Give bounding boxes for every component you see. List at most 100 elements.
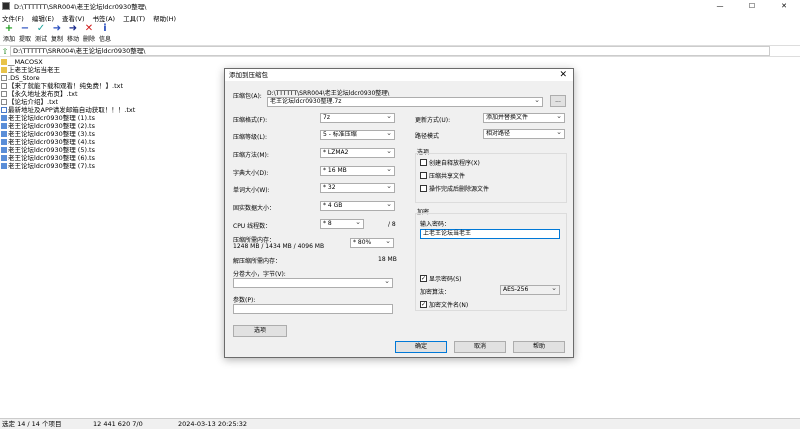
delete-after-checkbox[interactable]: 操作完成后删除源文件 — [420, 184, 489, 193]
dialog-title-text: 添加到压缩包 — [229, 71, 268, 79]
folder-icon — [1, 59, 7, 65]
file-name: 老王论坛ldcr0930整理 (6).ts — [8, 154, 95, 162]
toolbar-button-4[interactable]: ➜ 移动 — [65, 23, 81, 45]
word-combo[interactable]: * 32 — [320, 183, 395, 193]
dialog-title: 添加到压缩包 ✕ — [225, 69, 573, 81]
file-name: 【论坛介绍】.txt — [8, 98, 59, 106]
method-combo[interactable]: * LZMA2 — [320, 148, 395, 158]
file-icon — [1, 91, 7, 97]
toolbar-button-5[interactable]: ✕ 删除 — [81, 23, 97, 45]
split-label: 分卷大小，字节(V): — [233, 271, 286, 278]
show-password-checkbox-box: ✓ — [420, 275, 427, 282]
split-combo[interactable] — [233, 278, 393, 288]
file-name: 【永久地址发布页】.txt — [8, 90, 78, 98]
sfx-checkbox-box — [420, 159, 427, 166]
dict-combo[interactable]: * 16 MB — [320, 166, 395, 176]
archive-name-combo[interactable]: 老王论坛ldcr0930整理.7z — [267, 97, 543, 107]
solid-combo[interactable]: * 4 GB — [320, 201, 395, 211]
menu-view[interactable]: 查看(V) — [62, 13, 85, 23]
shared-checkbox[interactable]: 压缩共享文件 — [420, 171, 465, 180]
title-bar: D:\TTTTTT\SRR004\老王论坛ldcr0930整理\ — ☐ ✕ — [0, 0, 800, 12]
password-label: 输入密码： — [420, 221, 451, 228]
info-icon: i — [103, 23, 107, 34]
archive-label: 压缩包(A): — [233, 93, 262, 100]
enc-method-combo[interactable]: AES-256 — [500, 285, 560, 295]
toolbar-button-1[interactable]: − 提取 — [17, 23, 33, 45]
show-password-checkbox[interactable]: ✓ 显示密码(S) — [420, 274, 462, 283]
ts-icon — [1, 115, 7, 121]
toolbar-button-0[interactable]: + 添加 — [1, 23, 17, 45]
ts-icon — [1, 139, 7, 145]
plus-icon: + — [4, 23, 14, 34]
delete-after-checkbox-box — [420, 185, 427, 192]
file-name: 最新地址及APP请发邮箱自动获取！！！.txt — [8, 106, 136, 114]
list-item[interactable]: __MACOSX — [0, 58, 800, 66]
status-bar: 选定 14 / 14 个项目 12 441 620 7/0 2024-03-13… — [0, 418, 800, 429]
cpu-combo[interactable]: * 8 — [320, 219, 364, 229]
menu-help[interactable]: 帮助(H) — [153, 13, 176, 23]
toolbar-button-label: 提取 — [18, 36, 31, 43]
file-name: 【来了就能下载和观看！纯免费！】.txt — [8, 82, 124, 90]
method-label: 压缩方法(M): — [233, 152, 269, 159]
ts-icon — [1, 131, 7, 137]
show-password-label: 显示密码(S) — [429, 276, 462, 283]
up-folder-icon[interactable]: ⇧ — [0, 47, 10, 56]
maximize-button[interactable]: ☐ — [736, 0, 768, 12]
sfx-checkbox[interactable]: 创建自释放程序(X) — [420, 158, 480, 167]
encrypt-names-checkbox-box: ✓ — [420, 301, 427, 308]
params-input[interactable] — [233, 304, 393, 314]
delete-after-checkbox-label: 操作完成后删除源文件 — [429, 186, 490, 193]
toolbar-button-3[interactable]: ➜ 复制 — [49, 23, 65, 45]
ts-icon — [1, 147, 7, 153]
browse-button[interactable]: ... — [550, 95, 566, 107]
file-icon — [1, 75, 7, 81]
sfx-checkbox-label: 创建自释放程序(X) — [429, 160, 480, 167]
help-button[interactable]: 帮助 — [513, 341, 565, 353]
file-name: 老王论坛ldcr0930整理 (5).ts — [8, 146, 95, 154]
close-window-button[interactable]: ✕ — [768, 0, 800, 12]
toolbar-button-2[interactable]: ✓ 测试 — [33, 23, 49, 45]
address-input[interactable]: D:\TTTTTT\SRR004\老王论坛ldcr0930整理\ — [10, 46, 770, 56]
format-label: 压缩格式(F): — [233, 117, 268, 124]
encrypt-names-checkbox[interactable]: ✓ 加密文件名(N) — [420, 300, 468, 309]
format-combo[interactable]: 7z — [320, 113, 395, 123]
level-combo[interactable]: 5 - 标准压缩 — [320, 130, 395, 140]
pathmode-combo[interactable]: 相对路径 — [483, 129, 565, 139]
file-name: 老王论坛ldcr0930整理 (4).ts — [8, 138, 95, 146]
cpu-total: / 8 — [388, 221, 396, 228]
options-button[interactable]: 选项 — [233, 325, 287, 337]
file-name: __MACOSX — [8, 58, 43, 66]
cancel-button[interactable]: 取消 — [454, 341, 506, 353]
minimize-button[interactable]: — — [704, 0, 736, 12]
decomp-label: 解压缩所需内存： — [233, 258, 282, 265]
ok-button[interactable]: 确定 — [395, 341, 447, 353]
encrypt-names-label: 加密文件名(N) — [429, 302, 469, 309]
toolbar-button-6[interactable]: i 信息 — [97, 23, 113, 45]
url-icon — [1, 107, 7, 113]
menu-file[interactable]: 文件(F) — [2, 13, 24, 23]
add-to-archive-dialog: 添加到压缩包 ✕ 压缩包(A): D:\TTTTTT\SRR004\老王论坛ld… — [224, 68, 574, 358]
toolbar-button-label: 删除 — [82, 36, 95, 43]
toolbar-button-label: 信息 — [98, 36, 111, 43]
status-date: 2024-03-13 20:25:32 — [178, 420, 248, 428]
toolbar-button-label: 移动 — [66, 36, 79, 43]
shared-checkbox-label: 压缩共享文件 — [429, 173, 466, 180]
ts-icon — [1, 163, 7, 169]
update-combo[interactable]: 添加并替换文件 — [483, 113, 565, 123]
dict-label: 字典大小(D): — [233, 170, 269, 177]
app-logo-icon — [2, 2, 10, 10]
file-name: 老王论坛ldcr0930整理 (1).ts — [8, 114, 95, 122]
mem-percent-combo[interactable]: * 80% — [350, 238, 394, 248]
shared-checkbox-box — [420, 172, 427, 179]
toolbar-button-label: 测试 — [34, 36, 47, 43]
password-input[interactable]: 上老王论坛当老王 — [420, 229, 560, 239]
file-name: 上老王论坛当老王 — [8, 66, 60, 74]
move-arrow-icon: ➜ — [68, 23, 78, 34]
delete-icon: ✕ — [84, 23, 94, 34]
menu-edit[interactable]: 编辑(E) — [32, 13, 54, 23]
toolbar: + 添加 − 提取 ✓ 测试 ➜ 复制 ➜ 移动 ✕ 删除 i 信息 — [0, 23, 800, 45]
menu-bookmarks[interactable]: 书签(A) — [93, 13, 116, 23]
menu-tools[interactable]: 工具(T) — [123, 13, 145, 23]
dialog-close-icon[interactable]: ✕ — [559, 69, 567, 81]
status-size: 12 441 620 7/0 — [93, 420, 143, 428]
